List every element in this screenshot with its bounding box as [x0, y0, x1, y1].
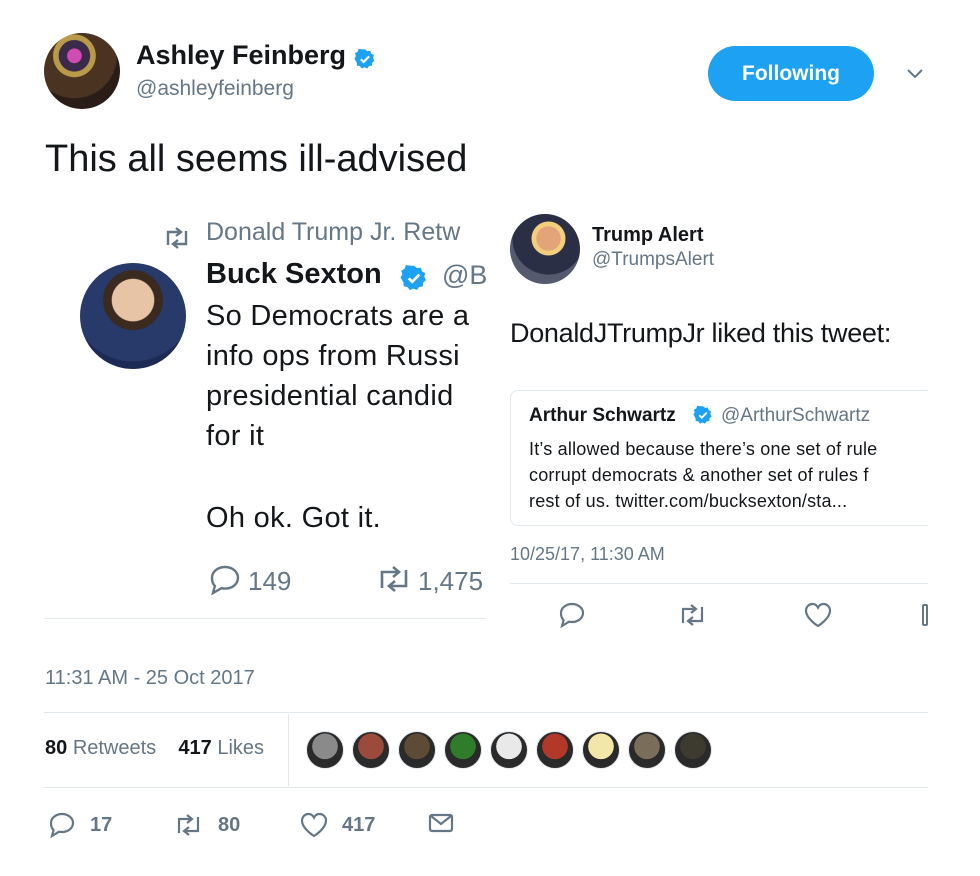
tweet-timestamp: 10/25/17, 11:30 AM [510, 544, 665, 564]
retweet-button[interactable]: 80 [172, 812, 240, 838]
heart-icon [300, 812, 328, 838]
retweet-icon [676, 602, 708, 628]
liker-avatar[interactable] [628, 731, 666, 769]
retweet-icon [374, 564, 414, 594]
embedded-screenshot-retweet: Donald Trump Jr. Retw Buck Sexton @B So … [44, 208, 486, 623]
tweet-line: So Democrats are a [206, 300, 470, 332]
retweet-context: Donald Trump Jr. Retw [206, 218, 461, 246]
verified-badge-icon [400, 264, 428, 292]
quoted-line: It’s allowed because there’s one set of … [529, 439, 878, 459]
retweet-count: 80 [218, 813, 241, 836]
verified-badge-icon [354, 46, 376, 69]
retweets-count: 80 [45, 737, 68, 759]
divider [44, 712, 928, 713]
quoted-author-name: Arthur Schwartz [529, 405, 676, 426]
likes-count: 417 [178, 737, 212, 759]
likes-stat[interactable]: 417 Likes [178, 737, 264, 759]
reply-icon [208, 564, 242, 596]
liker-avatar[interactable] [490, 731, 528, 769]
tweet-line: for it [206, 420, 265, 452]
liker-avatar[interactable] [582, 731, 620, 769]
avatar [80, 263, 186, 369]
liker-avatar[interactable] [536, 731, 574, 769]
author-handle: @TrumpsAlert [592, 249, 715, 270]
divider [288, 714, 289, 786]
reply-count: 17 [90, 813, 113, 836]
tweet-text: DonaldJTrumpJr liked this tweet: [510, 318, 892, 348]
verified-badge-icon [693, 405, 713, 425]
following-button[interactable]: Following [708, 46, 874, 101]
like-button[interactable]: 417 [300, 812, 375, 838]
like-count: 417 [342, 813, 376, 836]
divider [44, 618, 486, 619]
retweets-stat[interactable]: 80 Retweets [45, 737, 156, 759]
tweet-line: info ops from Russi [206, 340, 460, 372]
liker-avatar[interactable] [306, 731, 344, 769]
liker-avatar[interactable] [444, 731, 482, 769]
likes-label: Likes [217, 737, 265, 759]
share-icon [922, 604, 928, 626]
user-handle[interactable]: @ashleyfeinberg [136, 77, 294, 101]
engagement-stats: 80 Retweets 417 Likes [45, 737, 264, 760]
tweet-timestamp[interactable]: 11:31 AM - 25 Oct 2017 [45, 667, 255, 690]
avatar[interactable] [44, 33, 120, 109]
author-handle: @B [442, 260, 486, 290]
liker-avatar[interactable] [674, 731, 712, 769]
tweet-line: presidential candid [206, 380, 454, 412]
liker-avatar[interactable] [398, 731, 436, 769]
retweets-label: Retweets [72, 737, 157, 759]
reply-count: 149 [248, 566, 292, 596]
retweet-count: 1,475 [418, 566, 484, 596]
tweet-line: Oh ok. Got it. [206, 502, 382, 534]
retweet-icon [162, 226, 192, 250]
embedded-screenshot-like-alert: Trump Alert @TrumpsAlert DonaldJTrumpJr … [486, 208, 928, 638]
display-name[interactable]: Ashley Feinberg [136, 40, 376, 71]
quoted-line: rest of us. twitter.com/bucksexton/sta..… [529, 491, 848, 511]
divider [44, 787, 928, 788]
liker-avatars [306, 731, 712, 769]
quoted-author-handle: @ArthurSchwartz [721, 405, 871, 426]
reply-icon [558, 602, 586, 628]
reply-icon [48, 812, 76, 838]
chevron-down-icon[interactable] [904, 62, 926, 84]
heart-icon [804, 602, 832, 628]
quoted-line: corrupt democrats & another set of rules… [529, 465, 869, 485]
liker-avatar[interactable] [352, 731, 390, 769]
quoted-tweet-card: Arthur Schwartz @ArthurSchwartz It’s all… [510, 390, 928, 526]
author-name: Trump Alert [592, 224, 704, 246]
reply-button[interactable]: 17 [48, 812, 112, 838]
author-name: Buck Sexton [206, 258, 382, 290]
tweet-text: This all seems ill-advised [45, 138, 468, 180]
divider [510, 583, 928, 584]
envelope-icon [428, 812, 454, 834]
avatar [510, 214, 580, 284]
direct-message-button[interactable] [428, 812, 454, 834]
retweet-icon [172, 812, 204, 838]
display-name-text[interactable]: Ashley Feinberg [136, 40, 346, 70]
